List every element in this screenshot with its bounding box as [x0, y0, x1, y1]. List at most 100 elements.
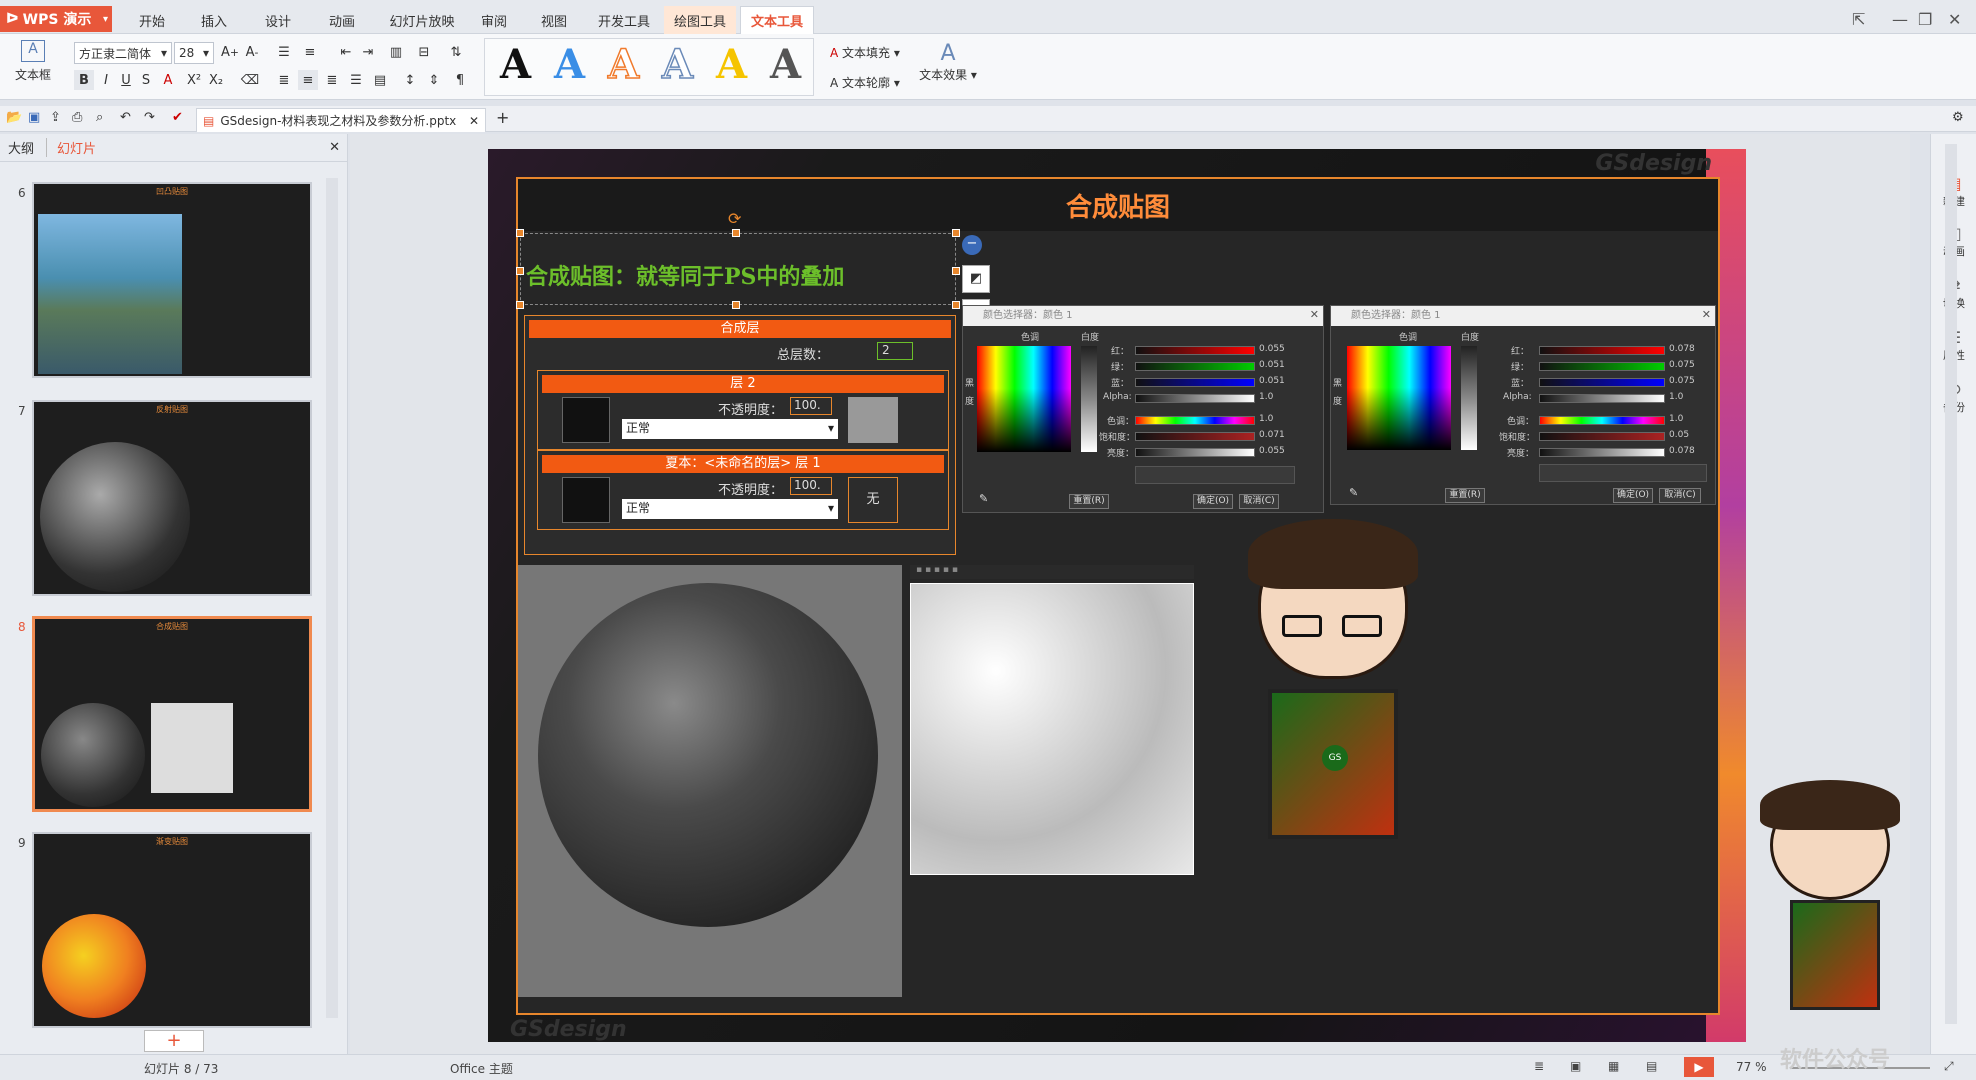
resize-handle[interactable] [516, 301, 524, 309]
font-size-select[interactable]: 28 ▾ [174, 42, 214, 64]
align-right-icon[interactable]: ≣ [322, 70, 342, 90]
close-icon[interactable]: ✕ [1702, 308, 1711, 321]
blend-mode-select[interactable]: 正常 ▾ [622, 419, 838, 439]
align-center-icon[interactable]: ≡ [298, 70, 318, 90]
play-icon[interactable]: ▶ [1684, 1057, 1714, 1077]
text-direction-icon[interactable]: ⇅ [446, 42, 466, 62]
menu-developer[interactable]: 开发工具 [590, 6, 658, 34]
text-fill-button[interactable]: A 文本填充 ▾ [830, 44, 900, 61]
menu-text-tools[interactable]: 文本工具 [740, 6, 814, 34]
document-tab[interactable]: ▤ GSdesign-材料表现之材料及参数分析.pptx ✕ [196, 108, 486, 132]
saturation-slider[interactable] [1539, 432, 1665, 441]
strikethrough-icon[interactable]: S [136, 70, 156, 90]
undo-icon[interactable]: ↶ [120, 110, 131, 125]
tab-slides[interactable]: 幻灯片 [46, 138, 96, 157]
notes-icon[interactable]: ≣ [1534, 1059, 1544, 1073]
text-style-black[interactable]: A [500, 44, 531, 86]
red-value[interactable]: 0.078 [1669, 344, 1695, 354]
distribute-icon[interactable]: ▤ [370, 70, 390, 90]
para-spacing-icon[interactable]: ⇕ [424, 70, 444, 90]
zoom-level[interactable]: 77 % [1736, 1060, 1767, 1074]
line-spacing-icon[interactable]: ↕ [400, 70, 420, 90]
canvas-scrollbar[interactable] [1945, 144, 1957, 1024]
brightness-slider[interactable] [1539, 448, 1665, 457]
save-icon[interactable]: ▣ [28, 110, 40, 125]
whiteness-slider[interactable] [1081, 346, 1097, 452]
brightness-value[interactable]: 0.078 [1669, 446, 1695, 456]
alpha-value[interactable]: 1.0 [1259, 392, 1273, 402]
menu-design[interactable]: 设计 [254, 6, 302, 34]
blue-value[interactable]: 0.051 [1259, 376, 1285, 386]
settings-icon[interactable]: ⚙ [1952, 110, 1964, 125]
bold-icon[interactable]: B [74, 70, 94, 90]
reading-view-icon[interactable]: ▤ [1646, 1059, 1657, 1073]
resize-handle[interactable] [516, 229, 524, 237]
saturation-value[interactable]: 0.071 [1259, 430, 1285, 440]
reset-button[interactable]: 重置(R) [1445, 488, 1485, 503]
close-icon[interactable]: ✕ [1310, 308, 1319, 321]
resize-handle[interactable] [732, 229, 740, 237]
font-color-icon[interactable]: A [158, 70, 178, 90]
menu-drawing-tools[interactable]: 绘图工具 [664, 6, 736, 34]
subscript-icon[interactable]: X₂ [206, 70, 226, 90]
text-effect-button[interactable]: A 文本效果 ▾ [918, 42, 978, 83]
underline-icon[interactable]: U [116, 70, 136, 90]
hue-row-value[interactable]: 1.0 [1259, 414, 1273, 424]
blend-mode-select[interactable]: 正常 ▾ [622, 499, 838, 519]
green-value[interactable]: 0.051 [1259, 360, 1285, 370]
opacity-field[interactable]: 100. [790, 397, 832, 415]
shape-format-icon[interactable]: ◩ [962, 265, 990, 293]
ok-button[interactable]: 确定(O) [1613, 488, 1653, 503]
layer-texture-thumb[interactable] [848, 397, 898, 443]
normal-view-icon[interactable]: ▣ [1570, 1059, 1581, 1073]
columns-icon[interactable]: ▥ [386, 42, 406, 62]
red-slider[interactable] [1135, 346, 1255, 355]
brightness-slider[interactable] [1135, 448, 1255, 457]
ribbon-toggle-icon[interactable]: ⇱ [1852, 10, 1865, 29]
slide-thumbnail-6[interactable]: 凹凸贴图 [32, 182, 312, 378]
saturation-value[interactable]: 0.05 [1669, 430, 1689, 440]
slide-thumbnail-8[interactable]: 合成贴图 [32, 616, 312, 812]
paragraph-icon[interactable]: ¶ [450, 70, 470, 90]
menu-home[interactable]: 开始 [128, 6, 176, 34]
sorter-view-icon[interactable]: ▦ [1608, 1059, 1619, 1073]
justify-icon[interactable]: ☰ [346, 70, 366, 90]
whiteness-slider[interactable] [1461, 346, 1477, 450]
total-layers-field[interactable]: 2 [877, 342, 913, 360]
outdent-icon[interactable]: ⇤ [336, 42, 356, 62]
layer-color-swatch[interactable] [562, 477, 610, 523]
resize-handle[interactable] [732, 301, 740, 309]
open-folder-icon[interactable]: 📂 [6, 110, 22, 125]
redo-icon[interactable]: ↷ [144, 110, 155, 125]
hue-row-slider[interactable] [1135, 416, 1255, 425]
saturation-slider[interactable] [1135, 432, 1255, 441]
rotate-handle-icon[interactable]: ⟳ [728, 209, 741, 228]
layer-color-swatch[interactable] [562, 397, 610, 443]
thumbs-scrollbar[interactable] [326, 178, 338, 1018]
fit-window-icon[interactable]: ⤢ [1944, 1059, 1954, 1074]
slide-title[interactable]: 合成贴图 [518, 179, 1718, 231]
hue-spectrum[interactable] [977, 346, 1071, 452]
brightness-value[interactable]: 0.055 [1259, 446, 1285, 456]
green-value[interactable]: 0.075 [1669, 360, 1695, 370]
indent-icon[interactable]: ⇥ [358, 42, 378, 62]
menu-insert[interactable]: 插入 [190, 6, 238, 34]
grow-font-icon[interactable]: A + [220, 42, 240, 62]
resize-handle[interactable] [516, 267, 524, 275]
superscript-icon[interactable]: X² [184, 70, 204, 90]
print-icon[interactable]: ⎙ [72, 110, 82, 125]
minimize-icon[interactable]: — [1892, 10, 1908, 29]
tab-outline[interactable]: 大纲 [8, 138, 34, 157]
menu-slideshow[interactable]: 幻灯片放映 [380, 6, 464, 34]
clear-format-icon[interactable]: ⌫ [240, 70, 260, 90]
alpha-value[interactable]: 1.0 [1669, 392, 1683, 402]
alpha-slider[interactable] [1135, 394, 1255, 403]
collapse-icon[interactable]: − [962, 235, 982, 255]
font-name-select[interactable]: 方正隶二简体 ▾ [74, 42, 172, 64]
none-map-button[interactable]: 无 [848, 477, 898, 523]
close-icon[interactable]: ✕ [1948, 10, 1961, 29]
menu-view[interactable]: 视图 [530, 6, 578, 34]
ok-button[interactable]: 确定(O) [1193, 494, 1233, 509]
new-tab-icon[interactable]: + [496, 108, 509, 127]
reset-button[interactable]: 重置(R) [1069, 494, 1109, 509]
